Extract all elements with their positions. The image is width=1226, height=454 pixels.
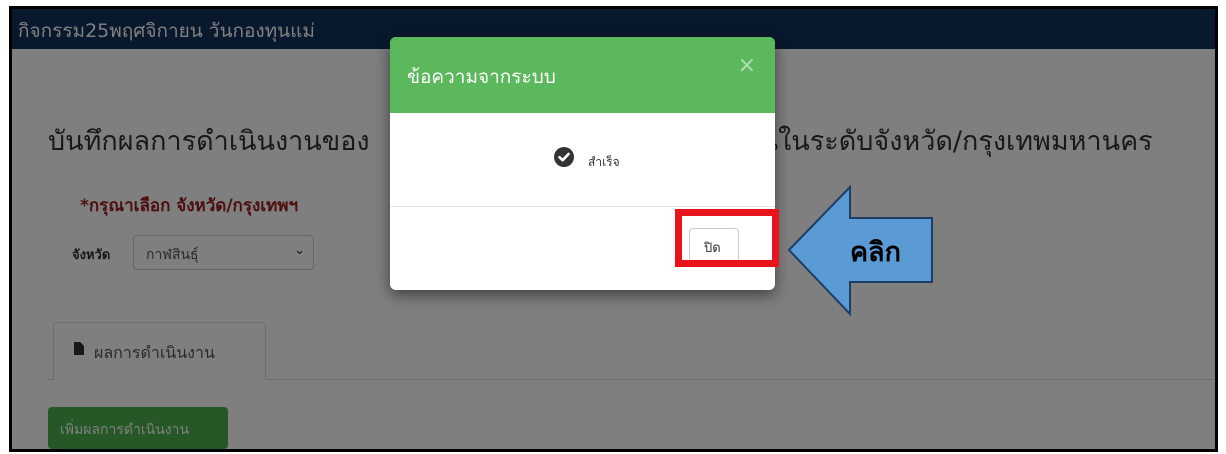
modal-body: สำเร็จ [390,113,775,206]
click-annotation-label: คลิก [850,237,901,268]
close-icon[interactable]: × [738,53,756,78]
highlight-box [675,209,779,267]
browser-frame: กิจกรรม25พฤศจิกายน วันกองทุนแม่ บันทึกผล… [9,6,1218,452]
success-message: สำเร็จ [588,155,620,169]
check-circle-icon [554,147,574,167]
modal-footer-divider [390,206,775,207]
modal-header: ข้อความจากระบบ × [390,37,775,113]
modal-title: ข้อความจากระบบ [407,66,556,88]
